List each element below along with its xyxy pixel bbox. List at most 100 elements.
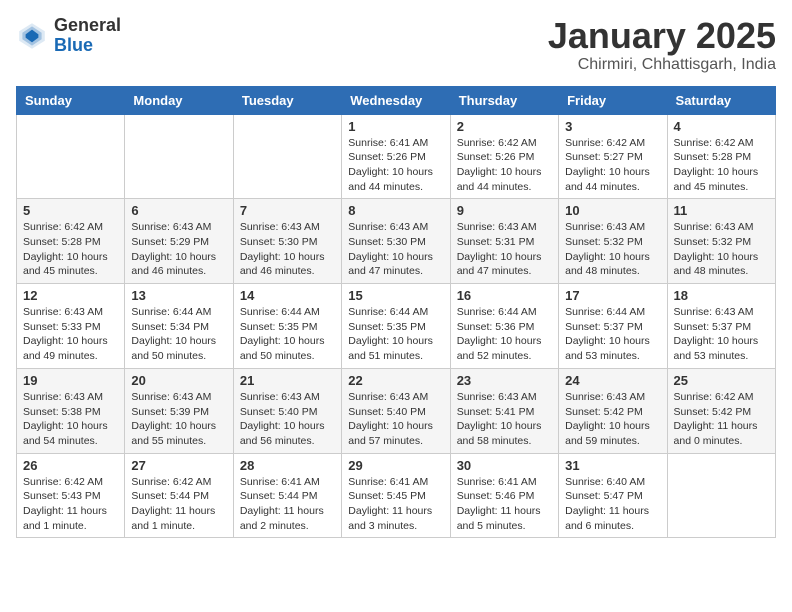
- table-row: 1 Sunrise: 6:41 AM Sunset: 5:26 PM Daylig…: [342, 114, 450, 199]
- day-number: 25: [674, 373, 769, 388]
- day-info: Sunrise: 6:40 AM Sunset: 5:47 PM Dayligh…: [565, 475, 660, 534]
- table-row: 23Sunrise: 6:43 AM Sunset: 5:41 PM Dayli…: [450, 368, 558, 453]
- calendar-header-row: Sunday Monday Tuesday Wednesday Thursday…: [17, 86, 776, 114]
- day-number: 27: [131, 458, 226, 473]
- day-info: Sunrise: 6:41 AM Sunset: 5:46 PM Dayligh…: [457, 475, 552, 534]
- day-number: 17: [565, 288, 660, 303]
- day-info: Sunrise: 6:44 AM Sunset: 5:34 PM Dayligh…: [131, 305, 226, 364]
- location-subtitle: Chirmiri, Chhattisgarh, India: [548, 56, 776, 74]
- table-row: 18 Sunrise: 6:43 AM Sunset: 5:37 PM Dayli…: [667, 284, 775, 369]
- day-info: Sunrise: 6:42 AM Sunset: 5:26 PM Dayligh…: [457, 136, 552, 195]
- calendar-week-row: 1 Sunrise: 6:41 AM Sunset: 5:26 PM Daylig…: [17, 114, 776, 199]
- table-row: 31 Sunrise: 6:40 AM Sunset: 5:47 PM Dayli…: [559, 453, 667, 538]
- table-row: 7Sunrise: 6:43 AM Sunset: 5:30 PM Daylig…: [233, 199, 341, 284]
- table-row: 29 Sunrise: 6:41 AM Sunset: 5:45 PM Dayli…: [342, 453, 450, 538]
- logo-icon: [16, 20, 48, 52]
- day-info: Sunrise: 6:42 AM Sunset: 5:43 PM Dayligh…: [23, 475, 118, 534]
- day-info: Sunrise: 6:43 AM Sunset: 5:40 PM Dayligh…: [348, 390, 443, 449]
- table-row: 17Sunrise: 6:44 AM Sunset: 5:37 PM Dayli…: [559, 284, 667, 369]
- table-row: 9 Sunrise: 6:43 AM Sunset: 5:31 PM Daylig…: [450, 199, 558, 284]
- day-number: 6: [131, 203, 226, 218]
- table-row: 26 Sunrise: 6:42 AM Sunset: 5:43 PM Dayli…: [17, 453, 125, 538]
- day-info: Sunrise: 6:43 AM Sunset: 5:38 PM Dayligh…: [23, 390, 118, 449]
- day-info: Sunrise: 6:43 AM Sunset: 5:30 PM Dayligh…: [240, 220, 335, 279]
- day-info: Sunrise: 6:44 AM Sunset: 5:35 PM Dayligh…: [348, 305, 443, 364]
- title-block: January 2025 Chirmiri, Chhattisgarh, Ind…: [548, 16, 776, 74]
- day-number: 8: [348, 203, 443, 218]
- table-row: 16Sunrise: 6:44 AM Sunset: 5:36 PM Dayli…: [450, 284, 558, 369]
- day-info: Sunrise: 6:43 AM Sunset: 5:32 PM Dayligh…: [674, 220, 769, 279]
- day-number: 22: [348, 373, 443, 388]
- table-row: [233, 114, 341, 199]
- day-info: Sunrise: 6:42 AM Sunset: 5:42 PM Dayligh…: [674, 390, 769, 449]
- day-info: Sunrise: 6:43 AM Sunset: 5:40 PM Dayligh…: [240, 390, 335, 449]
- day-info: Sunrise: 6:43 AM Sunset: 5:39 PM Dayligh…: [131, 390, 226, 449]
- table-row: 13Sunrise: 6:44 AM Sunset: 5:34 PM Dayli…: [125, 284, 233, 369]
- day-info: Sunrise: 6:43 AM Sunset: 5:29 PM Dayligh…: [131, 220, 226, 279]
- day-info: Sunrise: 6:43 AM Sunset: 5:31 PM Dayligh…: [457, 220, 552, 279]
- day-info: Sunrise: 6:43 AM Sunset: 5:32 PM Dayligh…: [565, 220, 660, 279]
- day-number: 31: [565, 458, 660, 473]
- day-number: 4: [674, 119, 769, 134]
- day-number: 24: [565, 373, 660, 388]
- table-row: 11 Sunrise: 6:43 AM Sunset: 5:32 PM Dayli…: [667, 199, 775, 284]
- calendar-week-row: 26 Sunrise: 6:42 AM Sunset: 5:43 PM Dayli…: [17, 453, 776, 538]
- page-header: General Blue January 2025 Chirmiri, Chha…: [16, 16, 776, 74]
- day-number: 29: [348, 458, 443, 473]
- table-row: 10 Sunrise: 6:43 AM Sunset: 5:32 PM Dayli…: [559, 199, 667, 284]
- table-row: 4 Sunrise: 6:42 AM Sunset: 5:28 PM Daylig…: [667, 114, 775, 199]
- table-row: 20 Sunrise: 6:43 AM Sunset: 5:39 PM Dayli…: [125, 368, 233, 453]
- table-row: [17, 114, 125, 199]
- table-row: 6 Sunrise: 6:43 AM Sunset: 5:29 PM Daylig…: [125, 199, 233, 284]
- logo-text: General Blue: [54, 16, 121, 56]
- table-row: 19 Sunrise: 6:43 AM Sunset: 5:38 PM Dayli…: [17, 368, 125, 453]
- table-row: [667, 453, 775, 538]
- table-row: [125, 114, 233, 199]
- table-row: 25 Sunrise: 6:42 AM Sunset: 5:42 PM Dayli…: [667, 368, 775, 453]
- day-number: 10: [565, 203, 660, 218]
- header-saturday: Saturday: [667, 86, 775, 114]
- day-info: Sunrise: 6:43 AM Sunset: 5:41 PM Dayligh…: [457, 390, 552, 449]
- day-info: Sunrise: 6:41 AM Sunset: 5:44 PM Dayligh…: [240, 475, 335, 534]
- table-row: 8 Sunrise: 6:43 AM Sunset: 5:30 PM Daylig…: [342, 199, 450, 284]
- day-number: 28: [240, 458, 335, 473]
- day-number: 19: [23, 373, 118, 388]
- table-row: 5Sunrise: 6:42 AM Sunset: 5:28 PM Daylig…: [17, 199, 125, 284]
- month-title: January 2025: [548, 16, 776, 56]
- day-info: Sunrise: 6:42 AM Sunset: 5:27 PM Dayligh…: [565, 136, 660, 195]
- table-row: 28 Sunrise: 6:41 AM Sunset: 5:44 PM Dayli…: [233, 453, 341, 538]
- logo-blue: Blue: [54, 36, 121, 56]
- day-number: 20: [131, 373, 226, 388]
- day-info: Sunrise: 6:43 AM Sunset: 5:37 PM Dayligh…: [674, 305, 769, 364]
- header-monday: Monday: [125, 86, 233, 114]
- day-number: 12: [23, 288, 118, 303]
- day-number: 11: [674, 203, 769, 218]
- logo: General Blue: [16, 16, 121, 56]
- day-number: 2: [457, 119, 552, 134]
- day-info: Sunrise: 6:41 AM Sunset: 5:26 PM Dayligh…: [348, 136, 443, 195]
- table-row: 12Sunrise: 6:43 AM Sunset: 5:33 PM Dayli…: [17, 284, 125, 369]
- day-info: Sunrise: 6:42 AM Sunset: 5:28 PM Dayligh…: [674, 136, 769, 195]
- day-info: Sunrise: 6:42 AM Sunset: 5:44 PM Dayligh…: [131, 475, 226, 534]
- day-number: 9: [457, 203, 552, 218]
- day-info: Sunrise: 6:44 AM Sunset: 5:35 PM Dayligh…: [240, 305, 335, 364]
- header-wednesday: Wednesday: [342, 86, 450, 114]
- day-number: 26: [23, 458, 118, 473]
- logo-general: General: [54, 16, 121, 36]
- calendar-week-row: 5Sunrise: 6:42 AM Sunset: 5:28 PM Daylig…: [17, 199, 776, 284]
- day-info: Sunrise: 6:43 AM Sunset: 5:42 PM Dayligh…: [565, 390, 660, 449]
- day-number: 1: [348, 119, 443, 134]
- table-row: 27 Sunrise: 6:42 AM Sunset: 5:44 PM Dayli…: [125, 453, 233, 538]
- day-info: Sunrise: 6:43 AM Sunset: 5:30 PM Dayligh…: [348, 220, 443, 279]
- day-info: Sunrise: 6:42 AM Sunset: 5:28 PM Dayligh…: [23, 220, 118, 279]
- calendar-week-row: 12Sunrise: 6:43 AM Sunset: 5:33 PM Dayli…: [17, 284, 776, 369]
- calendar-week-row: 19 Sunrise: 6:43 AM Sunset: 5:38 PM Dayli…: [17, 368, 776, 453]
- day-info: Sunrise: 6:41 AM Sunset: 5:45 PM Dayligh…: [348, 475, 443, 534]
- table-row: 2 Sunrise: 6:42 AM Sunset: 5:26 PM Daylig…: [450, 114, 558, 199]
- table-row: 15Sunrise: 6:44 AM Sunset: 5:35 PM Dayli…: [342, 284, 450, 369]
- table-row: 3Sunrise: 6:42 AM Sunset: 5:27 PM Daylig…: [559, 114, 667, 199]
- day-number: 21: [240, 373, 335, 388]
- header-sunday: Sunday: [17, 86, 125, 114]
- day-number: 18: [674, 288, 769, 303]
- day-number: 14: [240, 288, 335, 303]
